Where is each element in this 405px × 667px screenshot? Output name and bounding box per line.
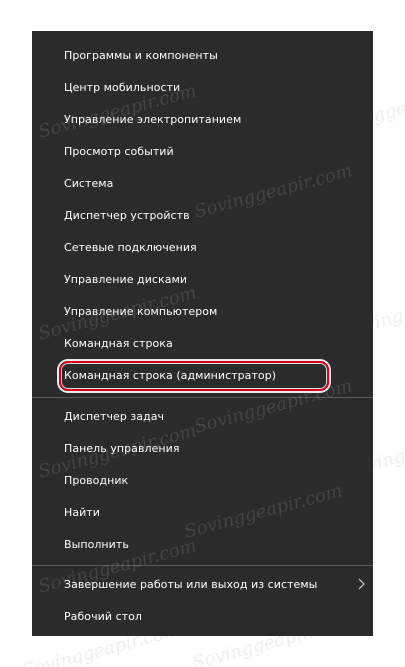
menu-item-desktop[interactable]: Рабочий стол: [32, 601, 373, 631]
menu-item-command-prompt-admin[interactable]: Командная строка (администратор): [32, 360, 373, 390]
menu-item-power-options[interactable]: Управление электропитанием: [32, 104, 373, 134]
menu-separator: [32, 397, 373, 398]
menu-item-network-connections[interactable]: Сетевые подключения: [32, 232, 373, 262]
menu-item-task-manager[interactable]: Диспетчер задач: [32, 401, 373, 431]
menu-item-event-viewer[interactable]: Просмотр событий: [32, 136, 373, 166]
menu-item-disk-management[interactable]: Управление дисками: [32, 264, 373, 294]
menu-item-shutdown-signout[interactable]: Завершение работы или выход из системы: [32, 569, 373, 599]
menu-item-file-explorer[interactable]: Проводник: [32, 465, 373, 495]
menu-item-run[interactable]: Выполнить: [32, 529, 373, 559]
screenshot-canvas: Sovinggeapir.com Sovinggeapir.com Soving…: [0, 0, 405, 667]
menu-item-computer-management[interactable]: Управление компьютером: [32, 296, 373, 326]
menu-item-command-prompt[interactable]: Командная строка: [32, 328, 373, 358]
chevron-right-icon: [355, 577, 369, 591]
menu-item-label: Завершение работы или выход из системы: [64, 577, 318, 591]
menu-item-search[interactable]: Найти: [32, 497, 373, 527]
menu-item-device-manager[interactable]: Диспетчер устройств: [32, 200, 373, 230]
menu-item-mobility-center[interactable]: Центр мобильности: [32, 72, 373, 102]
winx-context-menu: Программы и компоненты Центр мобильности…: [32, 31, 373, 636]
menu-separator: [32, 565, 373, 566]
menu-item-control-panel[interactable]: Панель управления: [32, 433, 373, 463]
menu-item-programs-features[interactable]: Программы и компоненты: [32, 40, 373, 70]
menu-item-system[interactable]: Система: [32, 168, 373, 198]
